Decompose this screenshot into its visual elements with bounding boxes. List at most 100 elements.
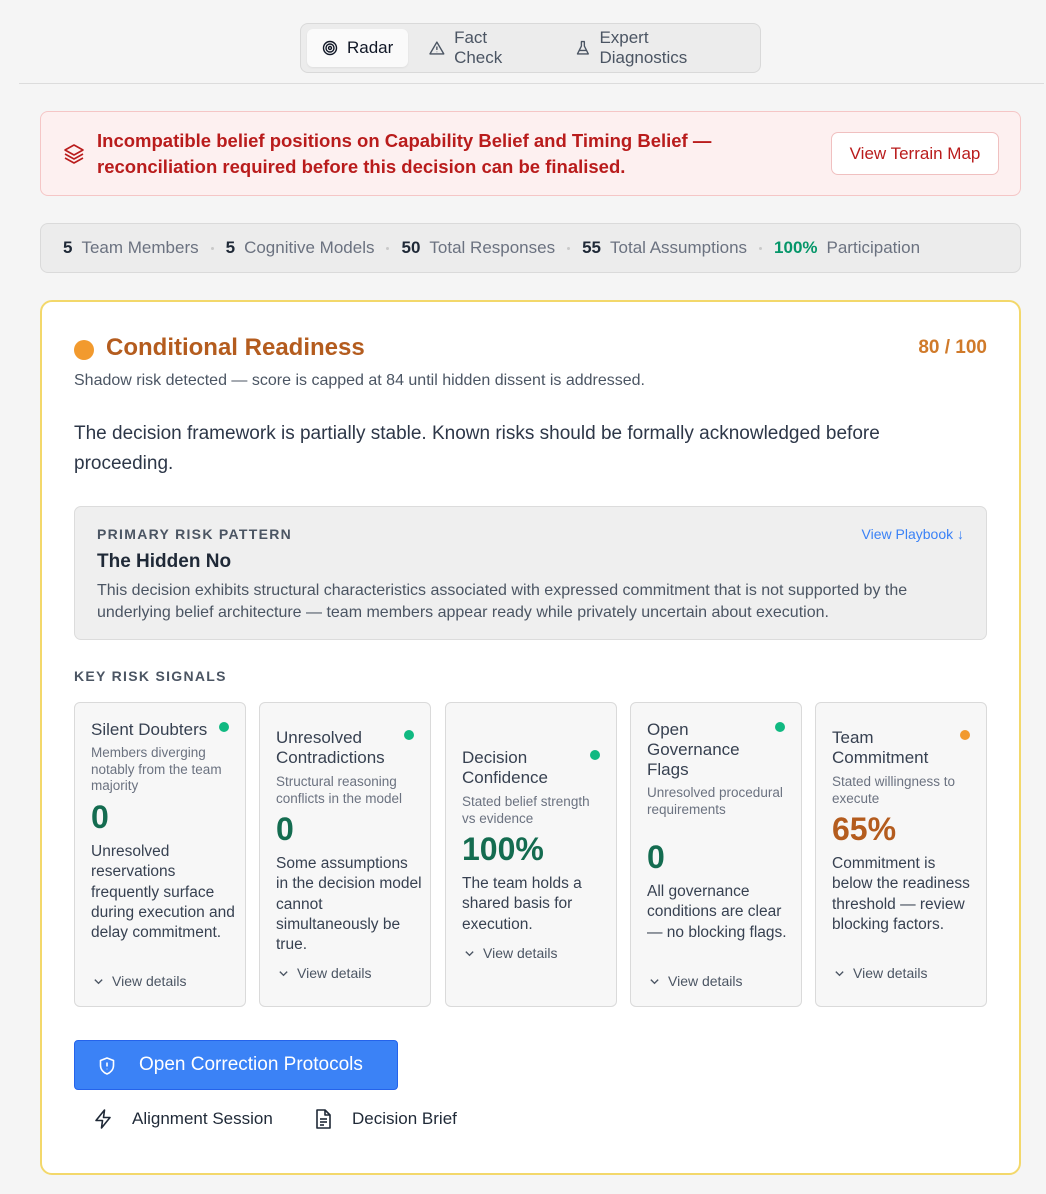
view-details-label: View details (112, 973, 187, 989)
stat-label: Total Assumptions (610, 238, 748, 257)
signal-description: All governance conditions are clear — no… (647, 883, 787, 941)
alignment-session-label: Alignment Session (132, 1109, 273, 1128)
signal-title: Unresolved Contradictions (276, 728, 385, 767)
risk-pattern-name: The Hidden No (97, 551, 232, 572)
decision-brief-button[interactable]: Decision Brief (312, 1108, 457, 1130)
signal-subtitle: Structural reasoning conflicts in the mo… (276, 774, 403, 806)
signal-description: Some assumptions in the decision model c… (276, 855, 422, 954)
chevron-down-icon (94, 978, 103, 984)
shadow-risk-note: Shadow risk detected — score is capped a… (74, 372, 645, 389)
lightning-icon (95, 1109, 111, 1129)
stat-label: Team Members (81, 238, 199, 257)
stat-participation: 100% Participation (774, 238, 920, 258)
stat-label: Participation (826, 238, 921, 257)
warning-triangle-icon (429, 41, 445, 55)
primary-risk-pattern: PRIMARY RISK PATTERN View Playbook ↓ The… (74, 506, 987, 640)
stat-value: 55 (582, 238, 602, 257)
signal-description: Unresolved reservations frequently surfa… (91, 843, 235, 942)
chevron-down-icon (279, 970, 288, 976)
signal-card-open-governance-flags: Open Governance Flags Unresolved procedu… (630, 702, 802, 1007)
risk-pattern-label: PRIMARY RISK PATTERN (97, 526, 293, 542)
signal-value: 0 (276, 811, 294, 847)
signal-value: 0 (91, 799, 109, 835)
readiness-summary: The decision framework is partially stab… (74, 423, 880, 474)
status-dot (775, 722, 785, 732)
chevron-down-icon (650, 978, 659, 984)
signal-value: 100% (462, 831, 544, 867)
conflict-alert: Incompatible belief positions on Capabil… (40, 111, 1021, 196)
stat-label: Cognitive Models (244, 238, 375, 257)
tab-label: Expert Diagnostics (599, 28, 688, 67)
stat-total-assumptions: 55 Total Assumptions (582, 238, 747, 258)
signal-subtitle: Members diverging notably from the team … (91, 745, 222, 793)
tab-label: Radar (347, 38, 394, 57)
tab-label: Fact Check (454, 28, 503, 67)
stat-separator (386, 246, 390, 250)
signal-card-decision-confidence: Decision Confidence Stated belief streng… (445, 702, 617, 1007)
view-details-label: View details (853, 965, 928, 981)
document-icon (316, 1109, 331, 1129)
status-dot (404, 730, 414, 740)
view-details-toggle[interactable]: View details (278, 965, 371, 981)
view-details-label: View details (297, 965, 372, 981)
signal-title: Decision Confidence (462, 748, 549, 787)
stat-total-responses: 50 Total Responses (401, 238, 555, 258)
alert-message: Incompatible belief positions on Capabil… (97, 130, 712, 177)
stat-team-members: 5 Team Members (63, 238, 199, 258)
readiness-title: Conditional Readiness (106, 334, 365, 361)
view-details-toggle[interactable]: View details (649, 973, 742, 989)
stat-value: 5 (63, 238, 73, 257)
readiness-score: 80 / 100 (918, 337, 987, 358)
view-details-label: View details (668, 973, 743, 989)
stat-value: 5 (225, 238, 236, 257)
chevron-down-icon (465, 950, 474, 956)
open-correction-protocols-button[interactable]: Open Correction Protocols (74, 1040, 398, 1090)
view-details-toggle[interactable]: View details (93, 973, 186, 989)
risk-pattern-description: This decision exhibits structural charac… (97, 582, 908, 621)
flask-icon (576, 40, 589, 55)
view-terrain-map-button[interactable]: View Terrain Map (831, 132, 999, 175)
layers-icon (64, 144, 84, 164)
stat-value: 50 (401, 238, 421, 257)
stat-value: 100% (774, 238, 818, 257)
stat-separator (210, 246, 214, 250)
key-risk-signals-label: KEY RISK SIGNALS (74, 668, 227, 684)
signal-card-unresolved-contradictions: Unresolved Contradictions Structural rea… (259, 702, 431, 1007)
stat-cognitive-models: 5 Cognitive Models (226, 238, 375, 258)
view-details-toggle[interactable]: View details (834, 965, 927, 981)
tab-fact-check[interactable]: Fact Check (414, 28, 553, 67)
status-dot (219, 722, 229, 732)
tab-expert-diagnostics[interactable]: Expert Diagnostics (560, 28, 754, 67)
view-tabs: Radar Fact Check Expert Diagnostics (300, 23, 761, 73)
chevron-down-icon (835, 970, 844, 976)
signal-card-team-commitment: Team Commitment Stated willingness to ex… (815, 702, 987, 1007)
status-dot (590, 750, 600, 760)
signal-title: Team Commitment (832, 728, 929, 767)
signal-subtitle: Stated willingness to execute (832, 774, 956, 806)
signal-subtitle: Unresolved procedural requirements (647, 785, 783, 817)
alignment-session-button[interactable]: Alignment Session (92, 1108, 273, 1130)
view-details-label: View details (483, 945, 558, 961)
signal-description: Commitment is below the readiness thresh… (832, 855, 970, 933)
view-details-toggle[interactable]: View details (464, 945, 557, 961)
signal-value: 65% (832, 811, 897, 847)
view-playbook-link[interactable]: View Playbook ↓ (862, 526, 964, 542)
tab-radar[interactable]: Radar (307, 29, 409, 67)
header-divider (19, 83, 1044, 84)
signal-description: The team holds a shared basis for execut… (462, 875, 582, 933)
signal-subtitle: Stated belief strength vs evidence (462, 794, 590, 826)
stats-bar: 5 Team Members 5 Cognitive Models 50 Tot… (40, 223, 1021, 273)
signal-title: Silent Doubters (91, 720, 208, 739)
status-dot (960, 730, 970, 740)
shield-alert-icon (99, 1057, 115, 1075)
signal-value: 0 (647, 839, 665, 875)
primary-button-label: Open Correction Protocols (139, 1054, 363, 1075)
radar-icon (322, 40, 338, 56)
decision-brief-label: Decision Brief (352, 1109, 457, 1128)
stat-separator (567, 246, 571, 250)
signal-card-silent-doubters: Silent Doubters Members diverging notabl… (74, 702, 246, 1007)
readiness-card: Conditional Readiness 80 / 100 Shadow ri… (40, 300, 1021, 1175)
status-indicator (74, 340, 94, 360)
stat-separator (759, 246, 763, 250)
signal-title: Open Governance Flags (647, 720, 740, 779)
